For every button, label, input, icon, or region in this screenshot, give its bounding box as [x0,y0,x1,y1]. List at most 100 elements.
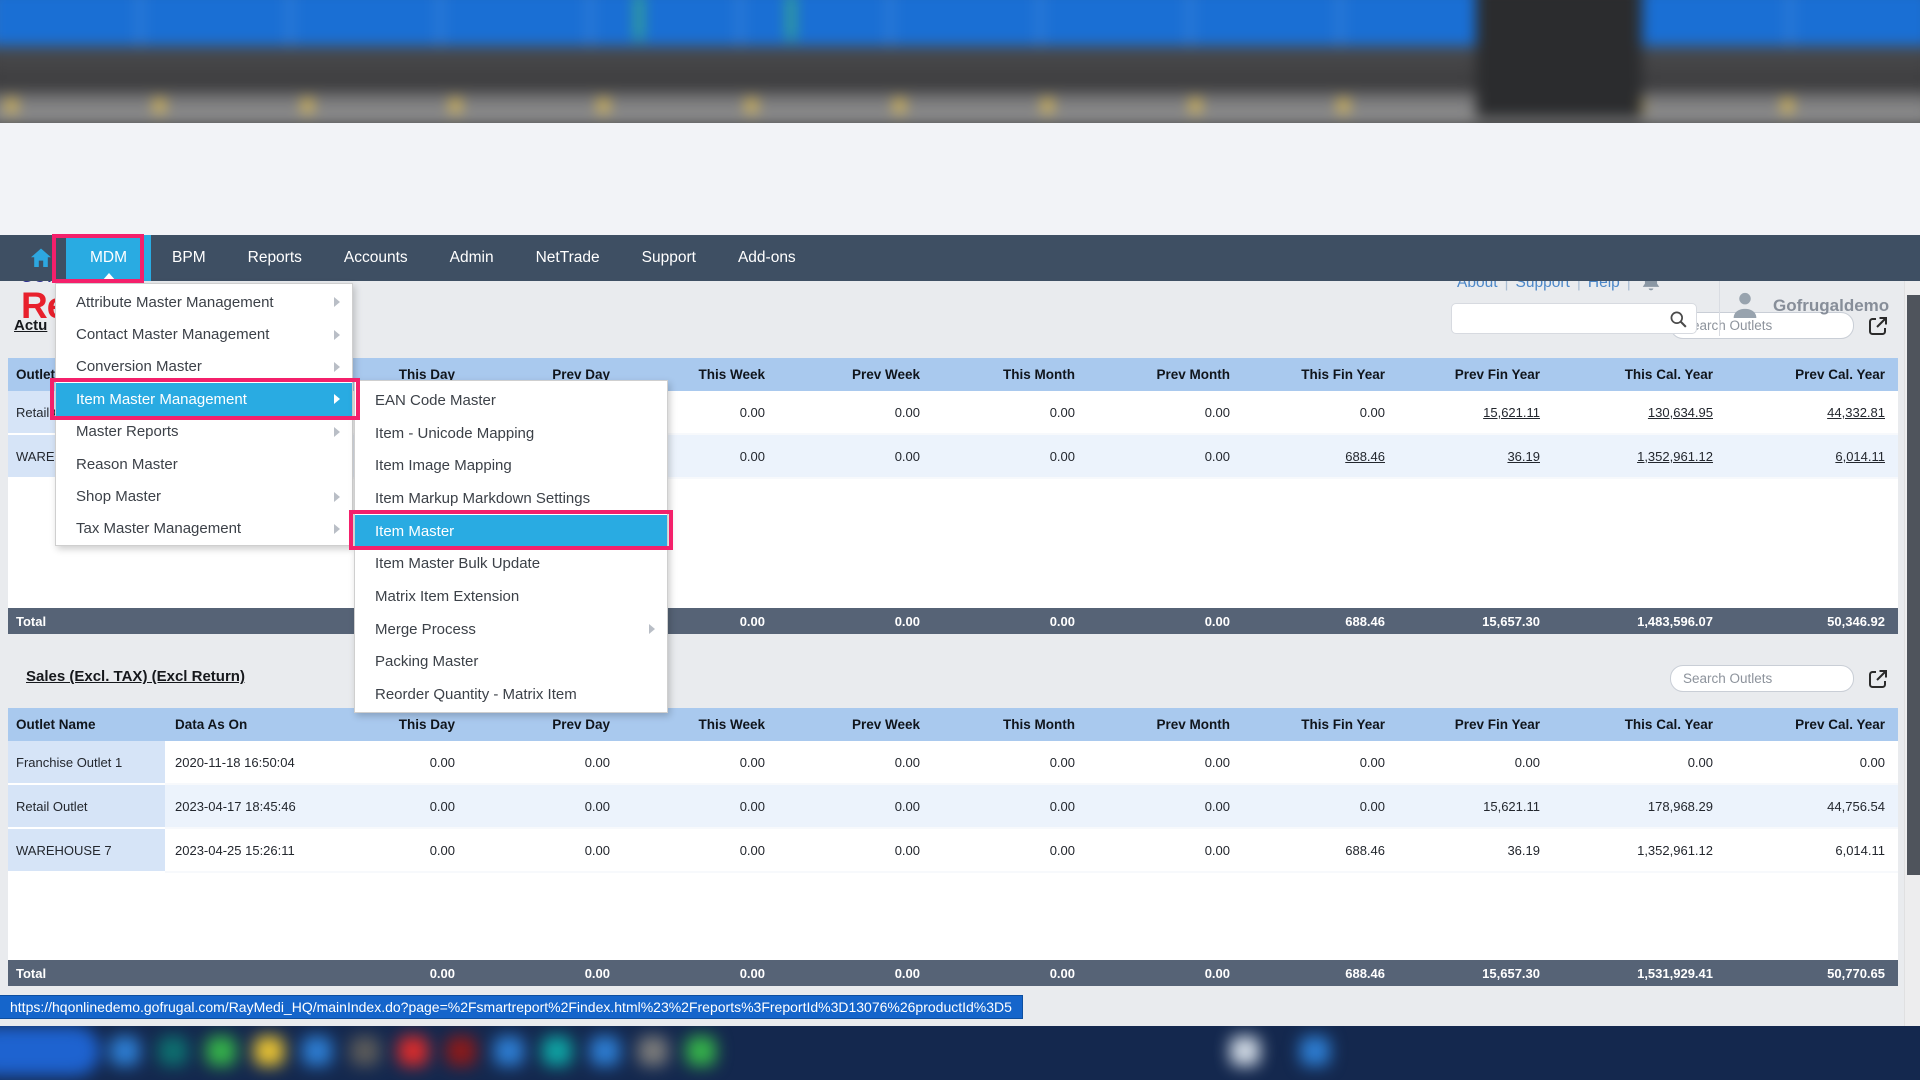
submenu-arrow-icon [649,624,655,634]
value-cell[interactable]: 1,352,961.12 [1550,435,1723,477]
column-header-prev-fin-year[interactable]: Prev Fin Year [1395,358,1550,391]
section-2-title[interactable]: Sales (Excl. TAX) (Excl Return) [26,668,245,685]
nav-item-reports[interactable]: Reports [227,235,323,281]
value-cell: 0.00 [775,785,930,827]
menu-item-item-master-management[interactable]: Item Master Management [56,383,352,415]
user-menu[interactable]: Gofrugaldemo [1729,288,1889,324]
nav-item-support[interactable]: Support [621,235,717,281]
value-cell[interactable]: 688.46 [1240,435,1395,477]
value-cell: 0.00 [1085,741,1240,783]
total-label: Total [8,608,165,634]
search-icon[interactable] [1669,310,1688,329]
column-header-prev-month[interactable]: Prev Month [1085,708,1240,741]
total-value-cell: 0.00 [310,960,465,986]
value-cell: 0.00 [930,829,1085,871]
menu-item-item-image-mapping[interactable]: Item Image Mapping [355,449,667,482]
column-header-prev-week[interactable]: Prev Week [775,358,930,391]
nav-items: MDMBPMReportsAccountsAdminNetTradeSuppor… [66,235,817,281]
column-header-prev-fin-year[interactable]: Prev Fin Year [1395,708,1550,741]
value-cell[interactable]: 6,014.11 [1723,435,1895,477]
nav-item-bpm[interactable]: BPM [151,235,227,281]
column-header-this-month[interactable]: This Month [930,708,1085,741]
total-value-cell [165,960,310,986]
column-header-prev-week[interactable]: Prev Week [775,708,930,741]
menu-item-matrix-item-extension[interactable]: Matrix Item Extension [355,580,667,613]
value-cell[interactable]: 36.19 [1395,435,1550,477]
menu-item-item-markup-markdown-settings[interactable]: Item Markup Markdown Settings [355,482,667,515]
menu-item-tax-master-management[interactable]: Tax Master Management [56,513,352,545]
value-cell[interactable]: 15,621.11 [1395,391,1550,433]
column-header-this-fin-year[interactable]: This Fin Year [1240,358,1395,391]
menu-item-label: Item Master Management [76,391,247,408]
value-cell: 688.46 [1240,829,1395,871]
user-name: Gofrugaldemo [1773,296,1889,316]
home-icon[interactable] [24,246,58,270]
menu-item-label: Reason Master [76,456,178,473]
external-link-icon[interactable] [1866,667,1890,691]
menu-item-attribute-master-management[interactable]: Attribute Master Management [56,286,352,318]
menu-item-label: Attribute Master Management [76,294,274,311]
menu-item-master-reports[interactable]: Master Reports [56,416,352,448]
column-header-this-cal-year[interactable]: This Cal. Year [1550,708,1723,741]
nav-item-nettrade[interactable]: NetTrade [515,235,621,281]
table-sales: Outlet NameData As OnThis DayPrev DayThi… [8,708,1898,986]
menu-item-reason-master[interactable]: Reason Master [56,448,352,480]
total-value-cell: 0.00 [775,960,930,986]
value-cell: 0.00 [930,785,1085,827]
menu-item-item-master[interactable]: Item Master [355,515,667,548]
menu-item-label: Shop Master [76,488,161,505]
menu-item-label: Contact Master Management [76,326,269,343]
value-cell[interactable]: 44,332.81 [1723,391,1895,433]
column-header-this-fin-year[interactable]: This Fin Year [1240,708,1395,741]
nav-item-mdm[interactable]: MDM [66,235,151,281]
menu-item-conversion-master[interactable]: Conversion Master [56,351,352,383]
value-cell: 0.00 [930,391,1085,433]
total-value-cell: 50,770.65 [1723,960,1895,986]
column-header-this-month[interactable]: This Month [930,358,1085,391]
nav-item-admin[interactable]: Admin [429,235,515,281]
menu-item-reorder-quantity-matrix-item[interactable]: Reorder Quantity - Matrix Item [355,678,667,711]
outlet-name-cell: Retail Outlet [8,785,165,829]
column-header-this-cal-year[interactable]: This Cal. Year [1550,358,1723,391]
menu-item-label: Item Master Bulk Update [375,555,540,572]
submenu-arrow-icon [334,427,340,437]
section-2-search-outlets-input[interactable] [1670,665,1854,692]
value-cell: 0.00 [930,741,1085,783]
value-cell: 0.00 [930,435,1085,477]
column-header-prev-cal-year[interactable]: Prev Cal. Year [1723,358,1895,391]
nav-item-add-ons[interactable]: Add-ons [717,235,817,281]
total-label: Total [8,960,165,986]
submenu-arrow-icon [334,492,340,502]
menu-item-label: Matrix Item Extension [375,588,519,605]
value-cell: 0.00 [775,435,930,477]
menu-item-shop-master[interactable]: Shop Master [56,480,352,512]
data-as-on-cell: 2020-11-18 16:50:04 [165,741,310,783]
menu-item-item-master-bulk-update[interactable]: Item Master Bulk Update [355,547,667,580]
value-cell: 0.00 [1085,391,1240,433]
value-cell: 44,756.54 [1723,785,1895,827]
menu-item-label: Master Reports [76,423,179,440]
browser-chrome [0,0,1920,123]
column-header-data-as-on[interactable]: Data As On [165,708,310,741]
total-value-cell: 0.00 [775,608,930,634]
column-header-outlet-name[interactable]: Outlet Name [8,708,165,741]
scrollbar-thumb[interactable] [1907,295,1920,875]
total-value-cell: 0.00 [1085,608,1240,634]
column-header-prev-month[interactable]: Prev Month [1085,358,1240,391]
nav-item-accounts[interactable]: Accounts [323,235,429,281]
value-cell: 0.00 [620,785,775,827]
total-value-cell: 688.46 [1240,608,1395,634]
menu-item-packing-master[interactable]: Packing Master [355,646,667,679]
global-search-input[interactable] [1452,304,1696,333]
column-header-prev-cal-year[interactable]: Prev Cal. Year [1723,708,1895,741]
menu-item-item-unicode-mapping[interactable]: Item - Unicode Mapping [355,417,667,450]
menu-item-ean-code-master[interactable]: EAN Code Master [355,384,667,417]
global-search-box [1451,303,1697,334]
total-value-cell: 0.00 [465,960,620,986]
menu-item-merge-process[interactable]: Merge Process [355,613,667,646]
submenu-arrow-icon [334,362,340,372]
table-row: WAREHOUSE 72023-04-25 15:26:110.000.000.… [8,829,1898,873]
menu-item-contact-master-management[interactable]: Contact Master Management [56,318,352,350]
scrollbar-track[interactable] [1904,281,1920,1026]
value-cell[interactable]: 130,634.95 [1550,391,1723,433]
